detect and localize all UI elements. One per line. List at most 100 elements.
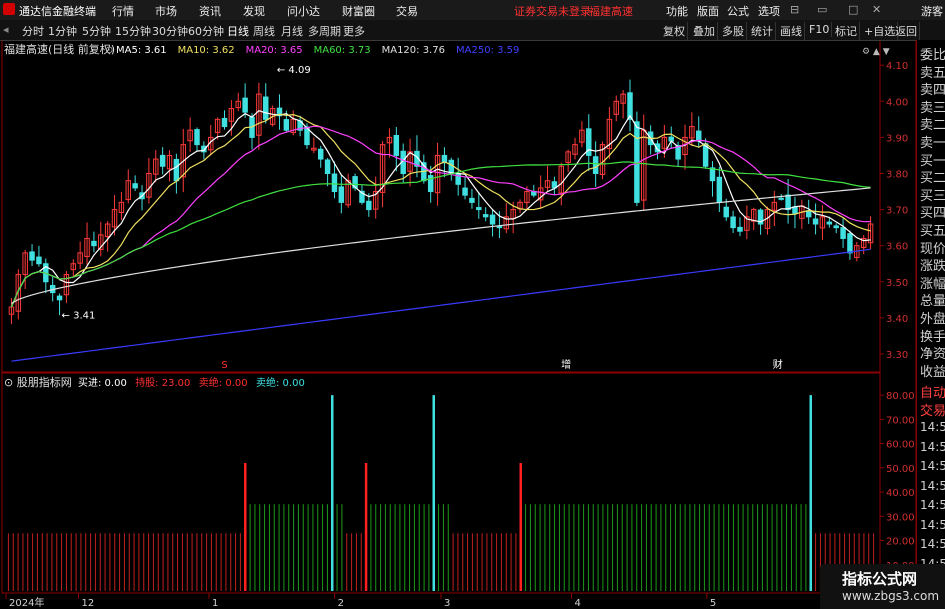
side-panel-label: 买五 [920,224,945,239]
period-weekly[interactable]: 周线 [253,23,275,39]
top-menu-bar: 通达信金融终端 行情 市场 资讯 发现 问小达 财富圈 交易 证券交易未登录 福… [0,0,945,21]
candle-body [785,194,791,211]
app-logo-icon [3,3,15,15]
indicator-axis-label: 80.00 [886,391,915,402]
login-status[interactable]: 证券交易未登录 [514,3,591,19]
candle-body [317,148,324,160]
menu-options[interactable]: 选项 [758,3,780,19]
ma-label-4: MA120: 3.76 [382,45,445,56]
period-more[interactable]: 更多 [343,23,365,39]
candle-body [709,167,716,182]
price-axis-label: 3.80 [886,169,908,180]
side-panel-label: 买三 [920,188,945,204]
quote-side-panel: 委比 卖五 卖四 卖三 卖二 卖一 买一 买二 买三 买四 买五 现价 涨跌 涨幅 总量 外盘 换手 净资 收益 自动… [916,40,945,609]
candlestick-series [8,79,874,325]
candle-body [36,256,42,265]
menu-function[interactable]: 功能 [666,3,688,19]
period-monthly[interactable]: 月线 [281,23,303,39]
period-15min[interactable]: 15分钟 [115,23,151,39]
pin-icon[interactable]: ⊟ [790,3,799,16]
period-intraday[interactable]: 分时 [22,23,44,39]
stock-title: 福建高速(日线 前复权) [4,42,115,56]
candle-body [448,159,455,174]
stats-button[interactable]: 统计 [749,22,776,40]
candle-body [812,218,819,225]
stock-alert[interactable]: 福建高速 [589,3,633,19]
side-panel-label: 收益 [920,364,945,380]
candle-body [592,156,599,174]
overlay-button[interactable]: 叠加 [691,22,718,40]
menu-ask[interactable]: 问小达 [287,3,320,19]
period-5min[interactable]: 5分钟 [82,23,111,39]
side-panel-label: 卖三 [920,100,945,116]
side-panel-time: 14:56 [920,498,945,512]
price-axis-label: 3.30 [886,350,908,361]
draw-line-button[interactable]: 画线 [778,22,805,40]
side-panel-label: 涨幅 [920,276,945,292]
side-panel-label: 卖五 [920,65,945,81]
side-panel-label: 换手 [920,329,945,345]
menu-quotes[interactable]: 行情 [112,3,134,19]
menu-trade[interactable]: 交易 [396,3,418,19]
candle-body [263,96,269,120]
menu-discover[interactable]: 发现 [243,3,265,19]
left-arrow-icon[interactable]: ◂ [3,23,9,36]
period-multi[interactable]: 多周期 [308,23,341,39]
date-label: 1 [212,598,218,609]
candle-body [132,183,138,189]
indicator-value-3: 卖绝: 0.00 [256,376,305,389]
side-panel-label: 委比 [920,48,945,63]
indicator-axis-label: 50.00 [886,464,915,475]
indicator-axis-label: 70.00 [886,415,915,426]
ma-label-2: MA20: 3.65 [246,45,303,56]
candle-body [173,158,180,182]
ma20-line [10,125,871,308]
side-panel-trade-label[interactable]: 交易 [920,400,945,419]
adjust-button[interactable]: 复权 [661,22,688,40]
minimize-icon[interactable]: ▭ [817,3,827,16]
bookmark-button[interactable]: 标记 [833,22,860,40]
period-60min[interactable]: 60分钟 [188,23,224,39]
menu-formula[interactable]: 公式 [727,3,749,19]
candle-body [778,197,784,200]
watermark: 指标公式网 www.zbgs3.com [820,564,945,609]
maximize-icon[interactable]: □ [848,3,858,16]
candle-body [723,206,729,218]
ma60-line [10,161,871,308]
panel-controls-icon: ⚙ ▲ ▼ [862,47,890,57]
date-label: 3 [444,598,450,609]
candle-body [283,119,290,131]
period-daily[interactable]: 日线 [227,23,249,39]
menu-news[interactable]: 资讯 [199,3,221,19]
indicator-bars [7,395,875,591]
back-button[interactable]: 返回 [893,22,920,40]
period-toolbar: ◂ 分时 1分钟 5分钟 15分钟 30分钟 60分钟 日线 周线 月线 多周期… [0,20,945,41]
ma-label-5: MA250: 3.59 [456,45,519,56]
period-30min[interactable]: 30分钟 [152,23,188,39]
menu-market[interactable]: 市场 [155,3,177,19]
candle-body [366,200,372,211]
menu-layout[interactable]: 版面 [697,3,719,19]
candle-body [462,187,468,196]
ma-label-0: MA5: 3.61 [116,45,167,56]
candle-body [737,226,743,232]
side-panel-label: 外盘 [920,312,945,327]
side-panel-label: 总量 [920,294,945,310]
candle-body [242,97,248,113]
date-label: 2024年 [9,596,44,609]
date-label: 4 [575,598,581,609]
f10-button[interactable]: F10 [807,22,833,37]
candle-body [696,130,702,142]
chart-canvas[interactable]: 4.10 4.00 3.90 3.80 3.70 3.60 3.50 3.40 3.30 ← 4.… [0,0,945,609]
candle-body [833,225,839,229]
high-annotation: ← 4.09 [277,65,311,76]
indicator-title: ⊙ 股朋指标网 [4,375,72,389]
side-panel-trade-label[interactable]: 自动 [920,382,945,401]
multi-stock-button[interactable]: 多股 [720,22,747,40]
menu-wealth[interactable]: 财富圈 [342,3,375,19]
watermark-url: www.zbgs3.com [842,589,940,603]
ma5-line [10,110,871,308]
close-icon[interactable]: ✕ [872,3,881,16]
period-1min[interactable]: 1分钟 [48,23,77,39]
guest-label[interactable]: 游客 [921,3,943,19]
